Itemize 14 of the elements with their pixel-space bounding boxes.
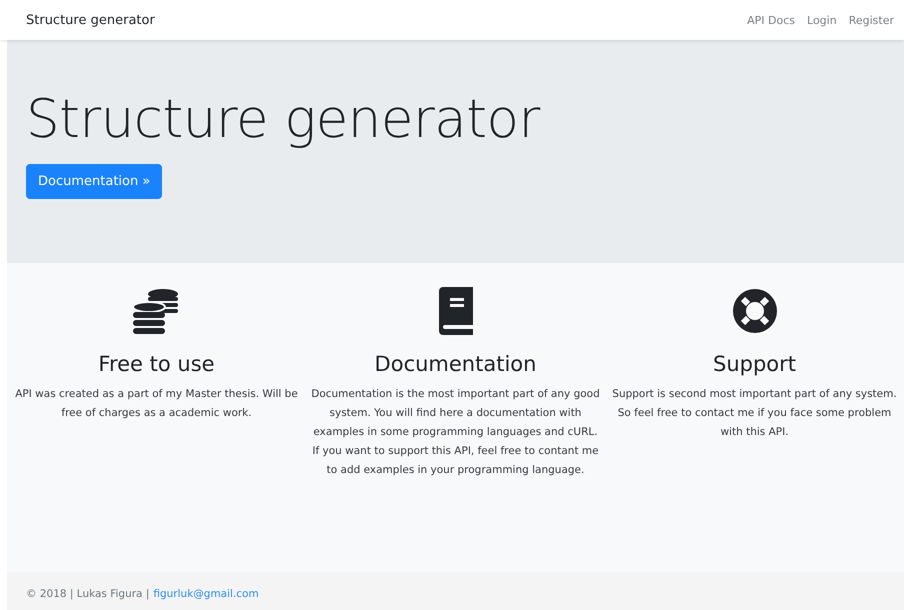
copyright-text: © 2018 | Lukas Figura | (26, 588, 150, 600)
feature-text: Documentation is the most important part of any good system. You will find here a documentation with examples in some programming languages and cURL. If you want to support this API, feel free to contant me to add examples in your programming language. (310, 387, 601, 478)
brand-link[interactable]: Structure generator (26, 12, 155, 28)
documentation-button[interactable]: Documentation » (26, 164, 162, 199)
nav-link[interactable]: Login (807, 14, 837, 26)
feature-text: API was created as a part of my Master thesis. Will be free of charges as a academic work. (14, 387, 299, 421)
feature-title: Free to use (98, 351, 215, 377)
nav-link[interactable]: Register (848, 14, 894, 26)
feature-title: Documentation (374, 351, 536, 377)
email-link[interactable]: figurluk@gmail.com (153, 588, 259, 600)
feature-title: Support (712, 351, 796, 377)
nav-link[interactable]: API Docs (747, 14, 796, 26)
feature-text: Support is second most important part of any system. So feel free to contact me if you face some problem with this API. (611, 387, 898, 440)
hero-title: Structure generator (26, 88, 540, 152)
